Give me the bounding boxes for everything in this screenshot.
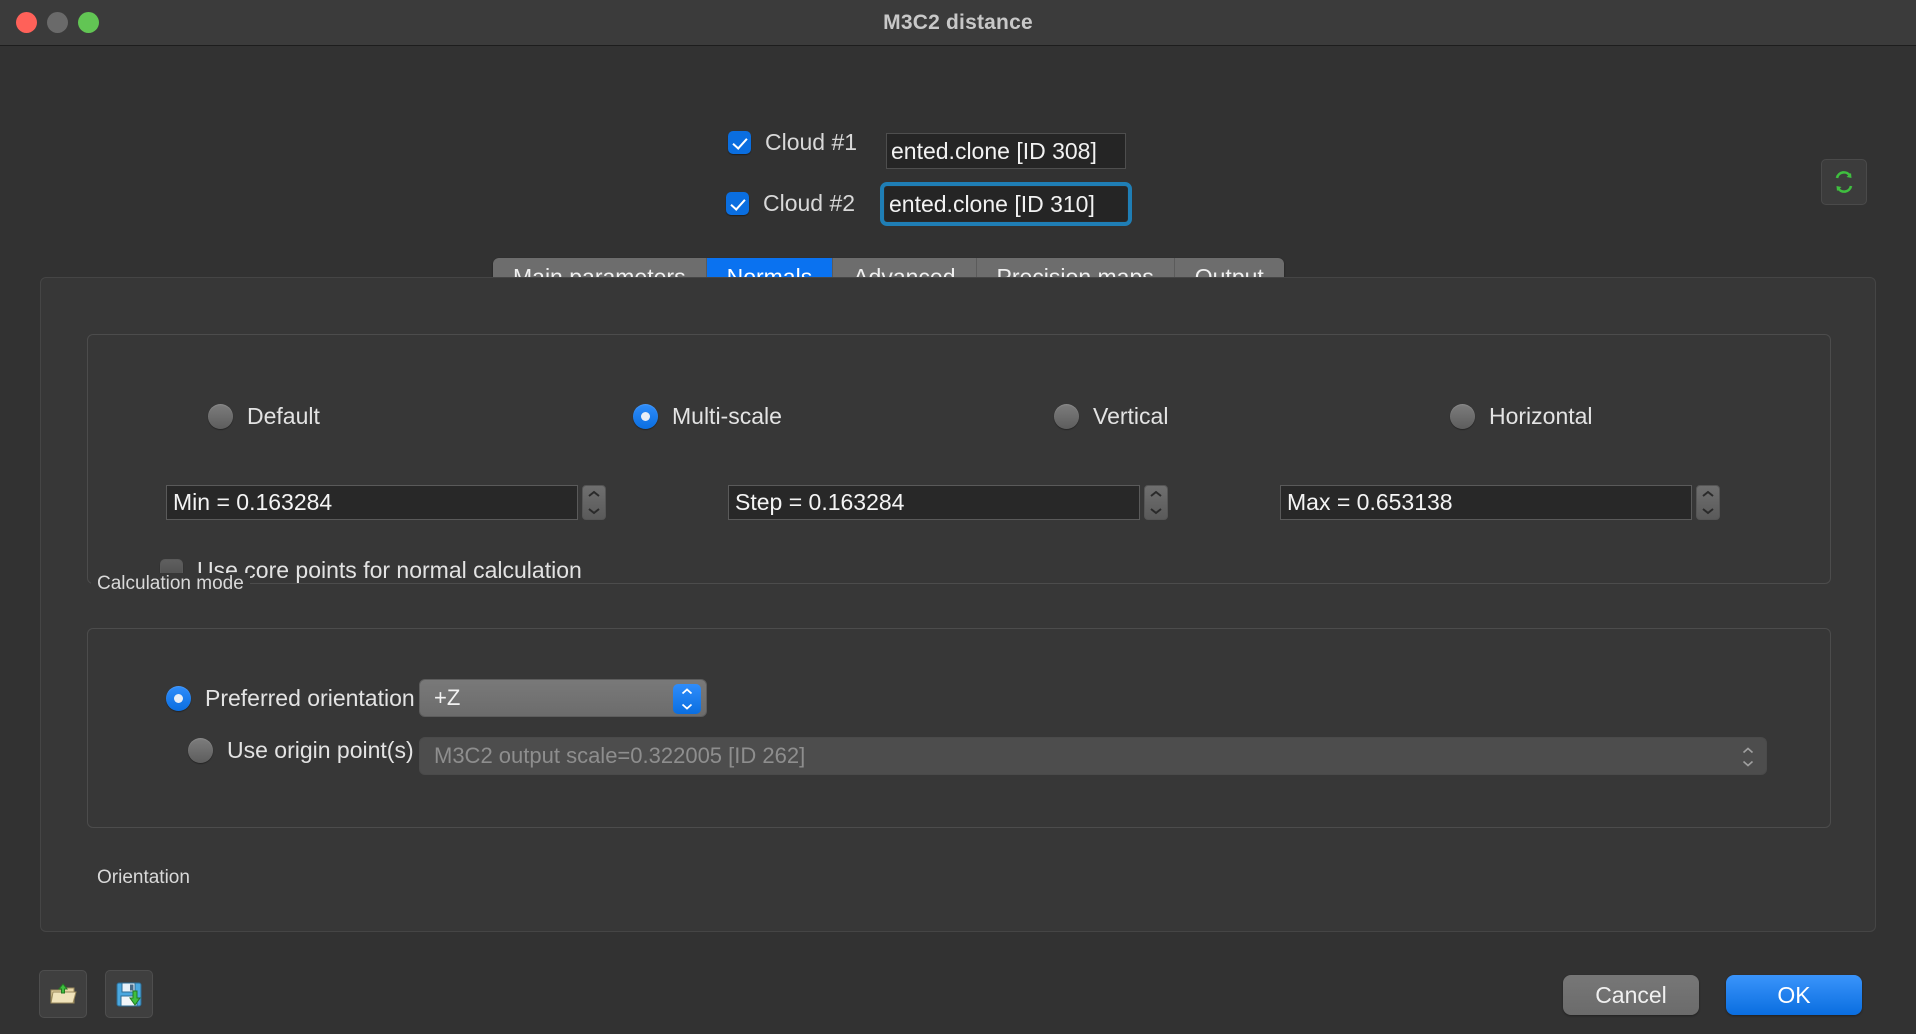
window-title: M3C2 distance [0,11,1916,35]
preferred-orientation-combo[interactable]: +Z [419,679,707,717]
radio-default-indicator [208,404,233,429]
radio-origin-points[interactable]: Use origin point(s) [188,737,414,764]
radio-horizontal-indicator [1450,404,1475,429]
radio-default-label: Default [247,403,320,430]
radio-horizontal[interactable]: Horizontal [1450,403,1593,430]
radio-origin-points-label: Use origin point(s) [227,737,414,764]
radio-preferred-orientation[interactable]: Preferred orientation [166,685,415,712]
radio-vertical[interactable]: Vertical [1054,403,1168,430]
radio-default[interactable]: Default [208,403,320,430]
radio-multi-scale[interactable]: Multi-scale [633,403,782,430]
swap-clouds-button[interactable] [1821,159,1867,205]
calculation-mode-group: Default Multi-scale Vertical Horizontal … [87,334,1831,584]
radio-origin-points-indicator [188,738,213,763]
cloud1-value: ented.clone [ID 308] [891,138,1097,165]
origin-points-value: M3C2 output scale=0.322005 [ID 262] [434,743,805,769]
radio-preferred-orientation-label: Preferred orientation [205,685,415,712]
radio-multi-scale-label: Multi-scale [672,403,782,430]
radio-preferred-orientation-indicator [166,686,191,711]
cloud2-checkbox[interactable] [726,192,749,215]
chevron-up-icon [1742,747,1754,754]
zoom-button[interactable] [78,12,99,33]
cloud1-checkbox[interactable] [728,131,751,154]
normals-tab-panel: Default Multi-scale Vertical Horizontal … [40,277,1876,932]
chevron-down-icon [1149,507,1163,515]
minimize-button[interactable] [47,12,68,33]
orientation-group: Preferred orientation +Z Use origin poin… [87,628,1831,828]
chevron-up-icon [681,688,693,695]
load-parameters-button[interactable] [39,970,87,1018]
max-scale-spinbox[interactable]: Max = 0.653138 [1280,485,1720,520]
dialog-body: Cloud #1 ented.clone [ID 308] Cloud #2 e… [0,46,1916,1034]
window-titlebar: M3C2 distance [0,0,1916,46]
max-scale-stepper[interactable] [1696,485,1720,520]
cloud2-row: Cloud #2 [726,190,855,217]
preferred-orientation-value: +Z [434,685,460,711]
cloud2-label: Cloud #2 [763,190,855,217]
cloud1-row: Cloud #1 [728,129,857,156]
swap-clouds-icon [1831,169,1857,195]
cloud1-label: Cloud #1 [765,129,857,156]
chevron-up-icon [587,490,601,498]
min-scale-spinbox[interactable]: Min = 0.163284 [166,485,606,520]
step-scale-stepper[interactable] [1144,485,1168,520]
ok-button[interactable]: OK [1726,975,1862,1015]
origin-points-combo[interactable]: M3C2 output scale=0.322005 [ID 262] [419,737,1767,775]
chevron-down-icon [1701,507,1715,515]
step-scale-value[interactable]: Step = 0.163284 [728,485,1140,520]
radio-horizontal-label: Horizontal [1489,403,1593,430]
load-parameters-icon [48,979,78,1009]
cancel-button[interactable]: Cancel [1563,975,1699,1015]
step-scale-spinbox[interactable]: Step = 0.163284 [728,485,1168,520]
cloud2-value: ented.clone [ID 310] [889,191,1095,218]
preferred-orientation-stepper[interactable] [673,684,701,714]
chevron-down-icon [1742,760,1754,767]
core-points-label: Use core points for normal calculation [197,557,582,584]
radio-vertical-label: Vertical [1093,403,1168,430]
radio-vertical-indicator [1054,404,1079,429]
chevron-down-icon [681,703,693,710]
cloud2-combo[interactable]: ented.clone [ID 310] [884,186,1128,222]
calculation-mode-title: Calculation mode [91,573,250,595]
origin-points-stepper[interactable] [1742,744,1754,770]
save-parameters-button[interactable] [105,970,153,1018]
orientation-title: Orientation [91,867,196,889]
cloud1-combo[interactable]: ented.clone [ID 308] [886,133,1126,169]
min-scale-stepper[interactable] [582,485,606,520]
chevron-down-icon [587,507,601,515]
traffic-light-group [16,12,99,33]
min-scale-value[interactable]: Min = 0.163284 [166,485,578,520]
chevron-up-icon [1149,490,1163,498]
radio-multi-scale-indicator [633,404,658,429]
chevron-up-icon [1701,490,1715,498]
max-scale-value[interactable]: Max = 0.653138 [1280,485,1692,520]
save-parameters-icon [114,979,144,1009]
close-button[interactable] [16,12,37,33]
